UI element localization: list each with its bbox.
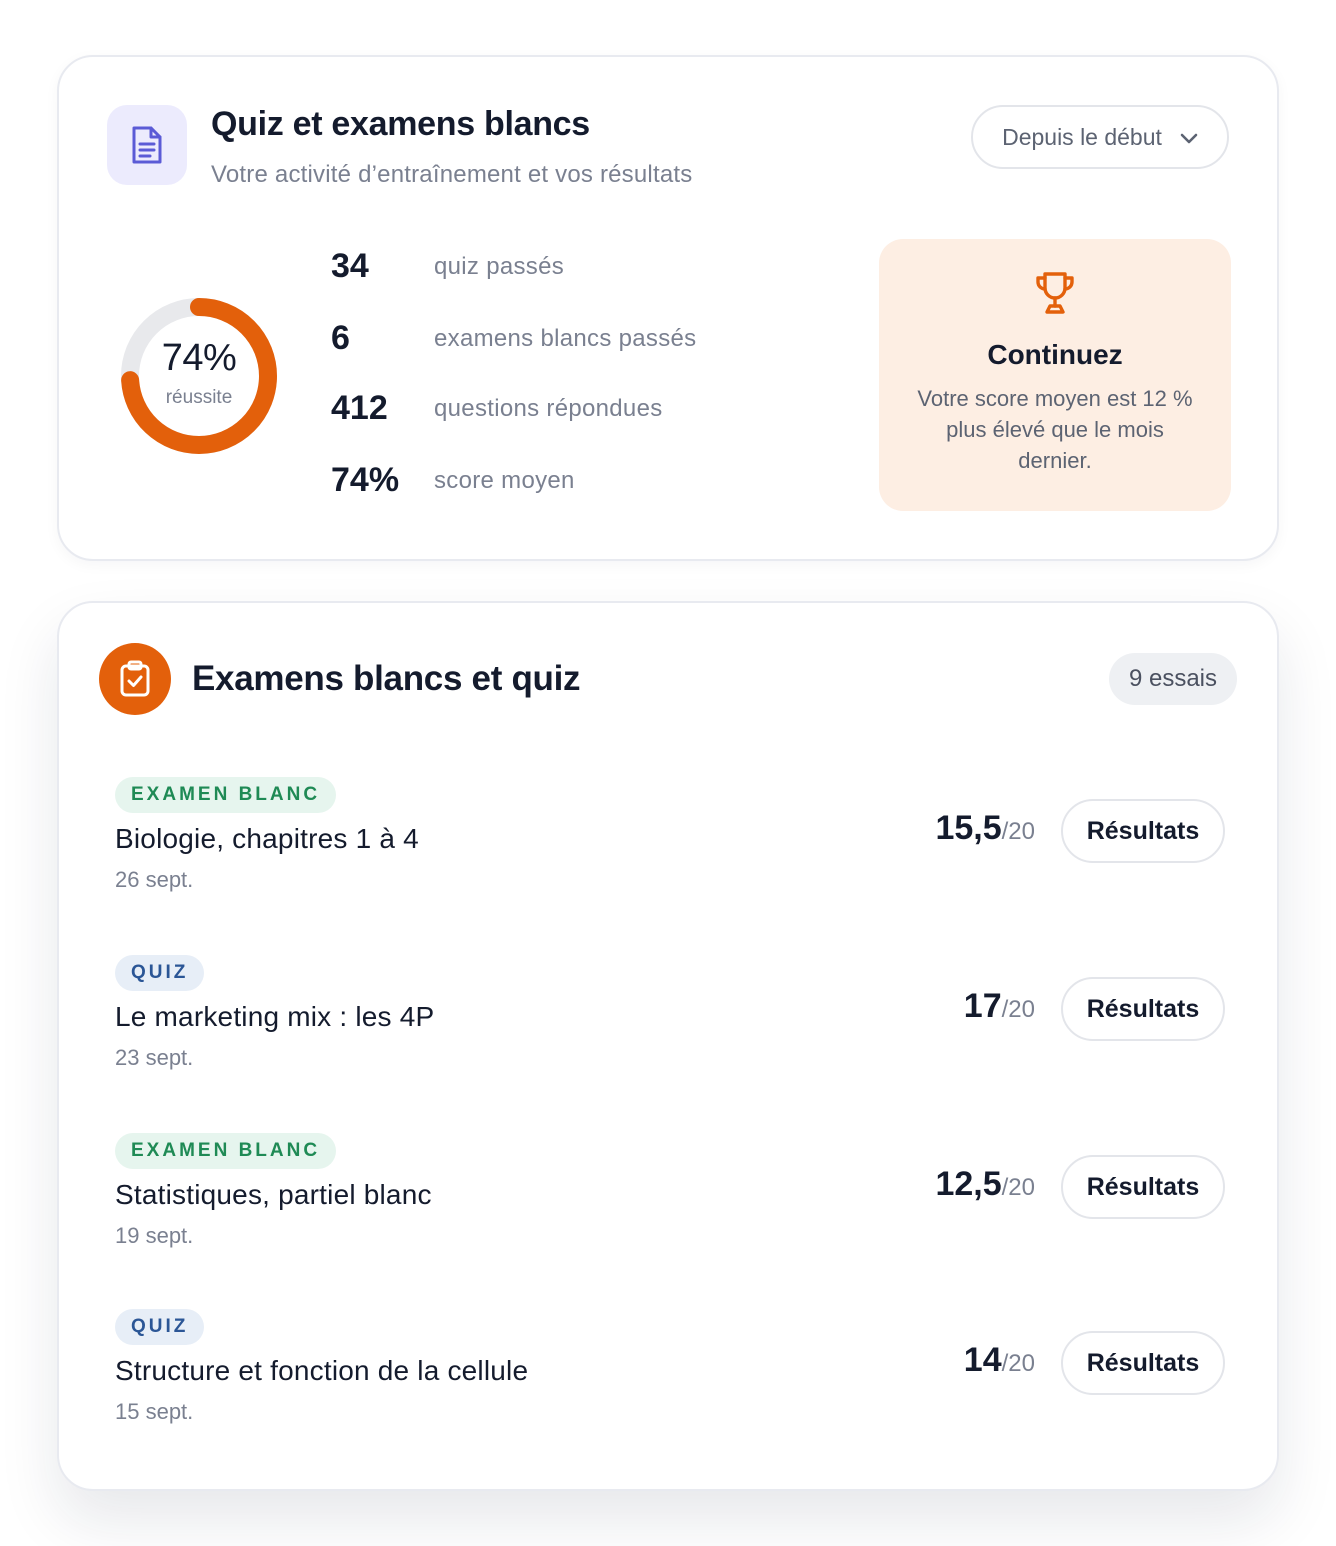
- score-max: /20: [1001, 996, 1035, 1023]
- attempt-title: Le marketing mix : les 4P: [115, 1001, 435, 1032]
- attempt-date: 23 sept.: [115, 1045, 194, 1070]
- attempt-type-tag: EXAMEN BLANC: [115, 1133, 337, 1169]
- score-max: /20: [1001, 818, 1035, 845]
- attempt-score: 17/20: [964, 987, 1035, 1026]
- promo-text: Votre score moyen est 12 % plus élevé qu…: [917, 386, 1193, 473]
- attempt-type-tag: EXAMEN BLANC: [115, 777, 337, 813]
- attempt-type-tag: QUIZ: [115, 1309, 205, 1345]
- donut-caption: réussite: [165, 387, 233, 408]
- attempt-title: Biologie, chapitres 1 à 4: [115, 823, 419, 854]
- results-button[interactable]: Résultats: [1061, 1155, 1225, 1219]
- summary-subtitle: Votre activité d’entraînement et vos rés…: [211, 161, 693, 188]
- score-value: 15,5: [935, 809, 1002, 847]
- stat-label: quiz passés: [434, 253, 565, 280]
- encouragement-panel: Continuez Votre score moyen est 12 % plu…: [879, 239, 1231, 511]
- score-value: 17: [963, 987, 1002, 1025]
- results-button[interactable]: Résultats: [1061, 799, 1225, 863]
- attempt-title: Structure et fonction de la cellule: [115, 1355, 529, 1386]
- stat-value: 74%: [331, 461, 400, 499]
- score-value: 14: [963, 1341, 1002, 1379]
- document-icon: [107, 105, 187, 185]
- attempt-row: EXAMEN BLANC Biologie, chapitres 1 à 4 2…: [115, 777, 1225, 907]
- stat-value: 34: [331, 247, 369, 285]
- results-button[interactable]: Résultats: [1061, 1331, 1225, 1395]
- stat-value: 412: [331, 389, 388, 427]
- trophy-icon: [1031, 269, 1079, 317]
- period-select-label: Depuis le début: [1002, 123, 1162, 150]
- stat-value: 6: [331, 319, 350, 357]
- attempts-card: Examens blancs et quiz 9 essais EXAMEN B…: [57, 601, 1279, 1491]
- promo-title: Continuez: [987, 339, 1123, 370]
- score-value: 12,5: [935, 1165, 1002, 1203]
- attempt-date: 15 sept.: [115, 1399, 194, 1424]
- score-max: /20: [1001, 1350, 1035, 1377]
- attempt-score: 15,5/20: [935, 809, 1035, 848]
- clipboard-check-icon: [99, 643, 171, 715]
- summary-title: Quiz et examens blancs: [211, 105, 590, 143]
- attempt-score: 12,5/20: [935, 1165, 1035, 1204]
- attempts-count-badge: 9 essais: [1108, 653, 1237, 705]
- attempt-row: QUIZ Structure et fonction de la cellule…: [115, 1309, 1225, 1439]
- attempt-type-tag: QUIZ: [115, 955, 205, 991]
- score-max: /20: [1001, 1174, 1035, 1201]
- attempts-title: Examens blancs et quiz: [192, 659, 581, 698]
- attempt-row: EXAMEN BLANC Statistiques, partiel blanc…: [115, 1133, 1225, 1263]
- stat-label: questions répondues: [434, 395, 663, 422]
- attempt-row: QUIZ Le marketing mix : les 4P 23 sept. …: [115, 955, 1225, 1085]
- attempt-score: 14/20: [964, 1341, 1035, 1380]
- practice-summary-card: Quiz et examens blancs Votre activité d’…: [57, 55, 1279, 561]
- attempt-date: 19 sept.: [115, 1223, 194, 1248]
- stat-label: examens blancs passés: [434, 325, 697, 352]
- results-button[interactable]: Résultats: [1061, 977, 1225, 1041]
- attempt-date: 26 sept.: [115, 867, 194, 892]
- attempt-title: Statistiques, partiel blanc: [115, 1179, 432, 1210]
- chevron-down-icon: [1180, 124, 1198, 151]
- period-select[interactable]: Depuis le début: [971, 105, 1229, 169]
- donut-value: 74%: [161, 337, 237, 379]
- stat-label: score moyen: [434, 467, 575, 494]
